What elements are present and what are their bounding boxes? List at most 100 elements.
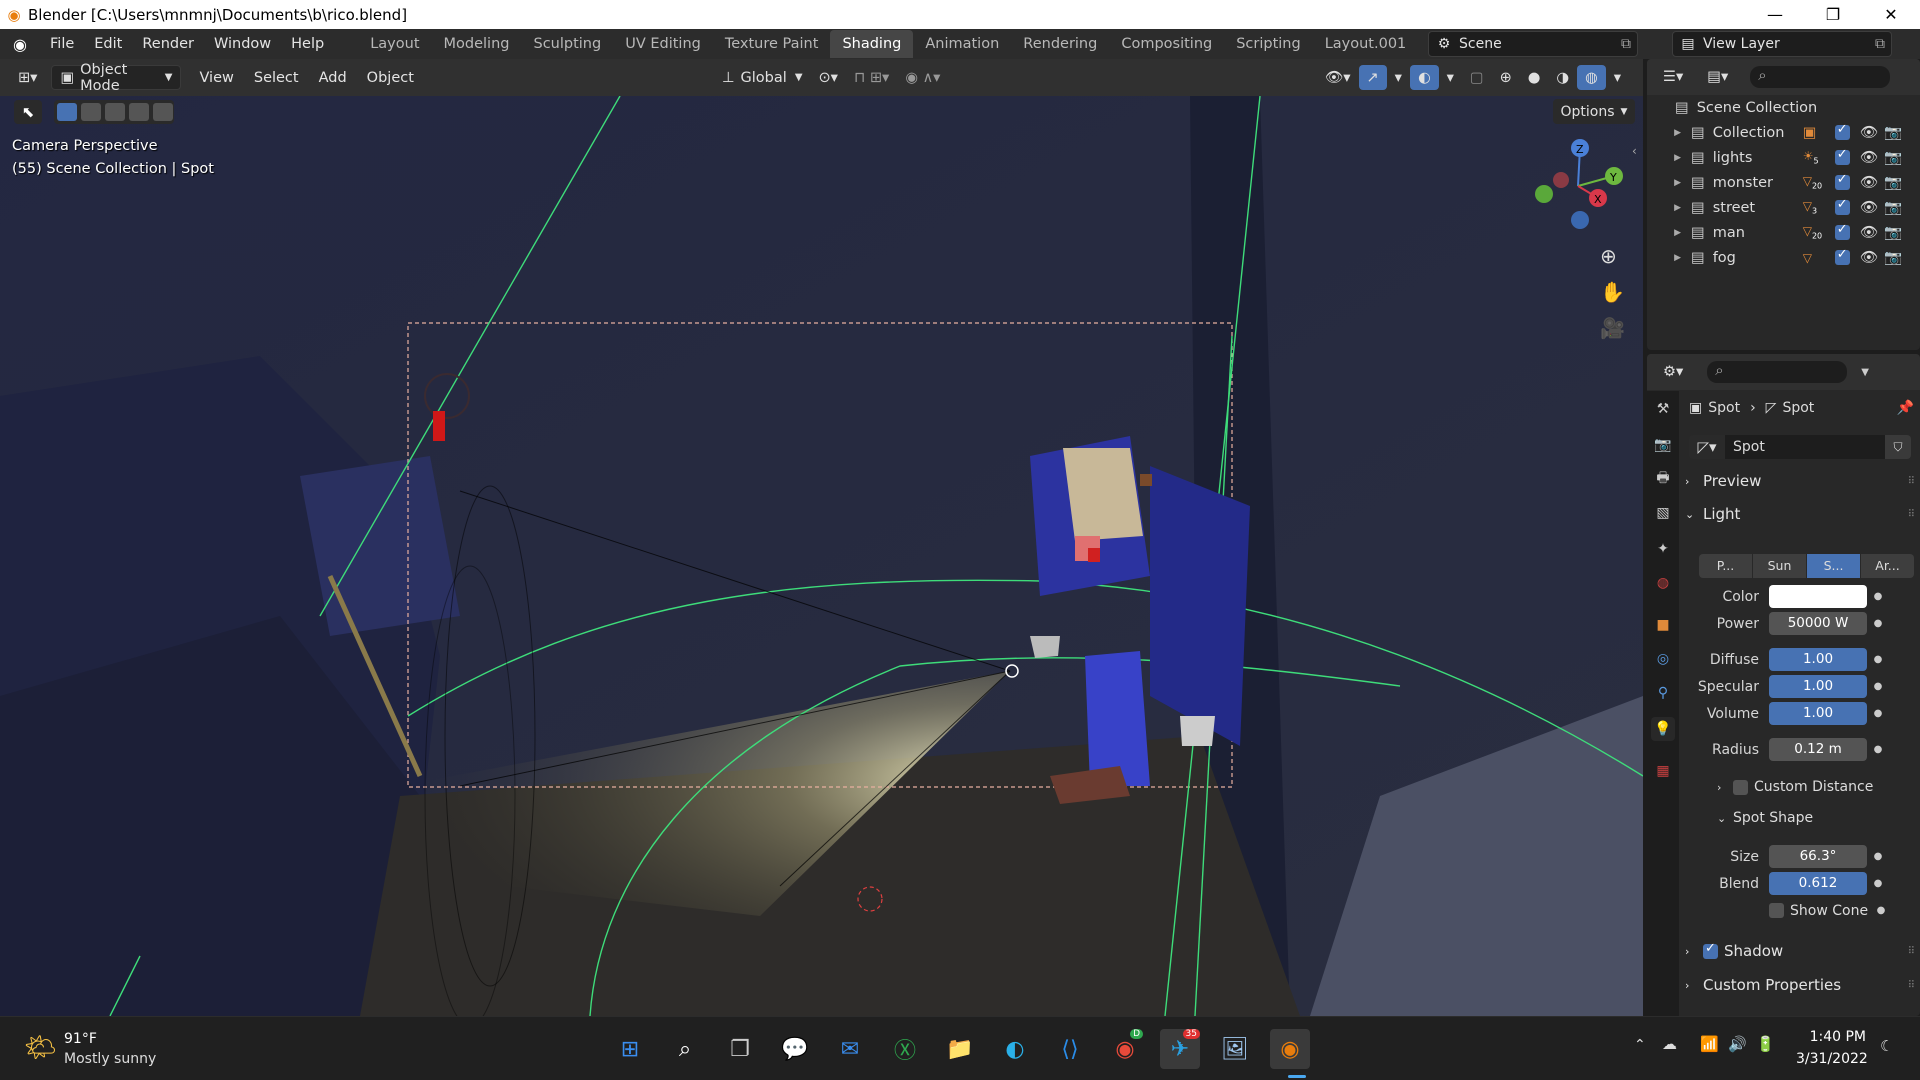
blender-menu-icon[interactable]: ◉ (0, 35, 40, 54)
light-type-area[interactable]: Ar... (1861, 554, 1914, 578)
blender-taskbar-icon[interactable]: ◉ (1270, 1029, 1310, 1069)
datablock-name[interactable]: Spot (1725, 435, 1885, 459)
rendered-shading-icon[interactable]: ◍ (1577, 65, 1606, 90)
expand-arrow-icon[interactable]: ▶ (1647, 128, 1681, 138)
light-datablock-icon[interactable]: ◸▾ (1689, 435, 1725, 459)
edge-browser-icon[interactable]: ◐ (995, 1029, 1035, 1069)
keyframe-dot-icon[interactable]: ● (1867, 878, 1889, 889)
tab-layout[interactable]: Layout (358, 30, 431, 58)
menu-edit[interactable]: Edit (84, 29, 132, 59)
expand-arrow-icon[interactable]: ▶ (1647, 253, 1681, 263)
panel-shadow[interactable]: › Shadow ⠿ (1685, 936, 1915, 966)
tab-uv-editing[interactable]: UV Editing (613, 30, 713, 58)
exclude-checkbox[interactable] (1834, 172, 1850, 190)
power-field[interactable]: 50000 W (1769, 612, 1867, 635)
file-explorer-icon[interactable]: 📁 (940, 1029, 980, 1069)
pan-hand-icon[interactable]: ✋ (1600, 280, 1625, 304)
wifi-icon[interactable]: 📶 (1700, 1035, 1719, 1053)
select-intersect-icon[interactable] (153, 103, 173, 121)
outliner-item-fog[interactable]: ▶ ▤ fog ▽ 👁 📷 (1647, 245, 1920, 270)
keyframe-dot-icon[interactable]: ● (1870, 905, 1892, 916)
drag-handle-icon[interactable]: ⠿ (1908, 946, 1915, 957)
maximize-button[interactable]: ❐ (1804, 0, 1862, 29)
eye-icon[interactable]: 👁 (1860, 224, 1878, 241)
light-data-tab-icon[interactable]: 💡 (1651, 717, 1675, 741)
notification-icon[interactable]: ☾ (1880, 1037, 1893, 1055)
blend-field[interactable]: 0.612 (1769, 872, 1867, 895)
eye-icon[interactable]: 👁 (1860, 199, 1878, 216)
eye-icon[interactable]: 👁 (1860, 249, 1878, 266)
outliner-item-man[interactable]: ▶ ▤ man ▽20 👁 📷 (1647, 220, 1920, 245)
render-tab-icon[interactable]: 📷 (1651, 433, 1675, 457)
volume-field[interactable]: 1.00 (1769, 702, 1867, 725)
xbox-icon[interactable]: Ⓧ (885, 1029, 925, 1069)
menu-render[interactable]: Render (132, 29, 204, 59)
datablock-selector[interactable]: ◸▾ Spot ⛉ (1689, 434, 1914, 460)
onedrive-icon[interactable]: ☁ (1662, 1035, 1677, 1053)
subpanel-spot-shape[interactable]: ⌄ Spot Shape (1717, 806, 1917, 830)
output-tab-icon[interactable]: 🖶 (1651, 467, 1675, 491)
search-icon[interactable]: ⌕ (665, 1029, 705, 1069)
tab-scripting[interactable]: Scripting (1224, 30, 1312, 58)
start-button-icon[interactable]: ⊞ (610, 1029, 650, 1069)
keyframe-dot-icon[interactable]: ● (1867, 591, 1889, 602)
photos-icon[interactable]: 🖼 (1215, 1029, 1255, 1069)
vscode-icon[interactable]: ⟨⟩ (1050, 1029, 1090, 1069)
wireframe-shading-icon[interactable]: ⊕ (1492, 65, 1520, 90)
tab-modeling[interactable]: Modeling (432, 30, 522, 58)
exclude-checkbox[interactable] (1834, 147, 1850, 165)
tab-rendering[interactable]: Rendering (1011, 30, 1109, 58)
tab-animation[interactable]: Animation (913, 30, 1011, 58)
tab-texture-paint[interactable]: Texture Paint (713, 30, 831, 58)
weather-temp[interactable]: 91°F (64, 1031, 97, 1047)
outliner-item-collection[interactable]: ▶ ▤ Collection ▣ 👁 📷 (1647, 120, 1920, 145)
drag-handle-icon[interactable]: ⠿ (1908, 509, 1915, 520)
mail-icon[interactable]: ✉ (830, 1029, 870, 1069)
outliner-item-monster[interactable]: ▶ ▤ monster ▽20 👁 📷 (1647, 170, 1920, 195)
diffuse-field[interactable]: 1.00 (1769, 648, 1867, 671)
exclude-checkbox[interactable] (1834, 247, 1850, 265)
minimize-button[interactable]: — (1746, 0, 1804, 29)
color-swatch[interactable] (1769, 585, 1867, 608)
radius-field[interactable]: 0.12 m (1769, 738, 1867, 761)
physics-tab-icon[interactable]: ◎ (1651, 647, 1675, 671)
solid-shading-icon[interactable]: ● (1520, 65, 1549, 90)
menu-object[interactable]: Object (357, 63, 424, 93)
eye-icon[interactable]: 👁 (1860, 149, 1878, 166)
world-tab-icon[interactable]: ◍ (1651, 571, 1675, 595)
pin-icon[interactable]: 📌 (1897, 400, 1914, 416)
exclude-checkbox[interactable] (1834, 197, 1850, 215)
keyframe-dot-icon[interactable]: ● (1867, 744, 1889, 755)
shadow-checkbox[interactable] (1703, 941, 1718, 959)
expand-arrow-icon[interactable]: ▶ (1647, 153, 1681, 163)
snap-icon[interactable]: ⊓ ⊞▾ (846, 65, 897, 90)
weather-sun-icon[interactable]: 🌤 (24, 1033, 57, 1063)
specular-field[interactable]: 1.00 (1769, 675, 1867, 698)
mode-selector[interactable]: ▣ Object Mode ▼ (51, 62, 182, 94)
keyframe-dot-icon[interactable]: ● (1867, 681, 1889, 692)
select-extend-icon[interactable] (81, 103, 101, 121)
light-type-point[interactable]: P... (1699, 554, 1752, 578)
new-scene-icon[interactable]: ⧉ (1621, 36, 1637, 52)
tab-layout-001[interactable]: Layout.001 (1313, 30, 1419, 58)
tab-compositing[interactable]: Compositing (1109, 30, 1224, 58)
chrome-icon[interactable]: ◉ D (1105, 1029, 1145, 1069)
light-type-sun[interactable]: Sun (1753, 554, 1806, 578)
gizmo-dropdown-icon[interactable]: ▾ (1387, 65, 1410, 90)
object-tab-icon[interactable]: ■ (1651, 613, 1675, 637)
close-button[interactable]: ✕ (1862, 0, 1920, 29)
pivot-point-icon[interactable]: ⊙▾ (811, 65, 846, 90)
editor-type-icon[interactable]: ⊞▾ (10, 65, 45, 90)
display-mode-icon[interactable]: ▤▾ (1699, 65, 1736, 90)
shading-dropdown-icon[interactable]: ▾ (1606, 65, 1629, 90)
tab-sculpting[interactable]: Sculpting (521, 30, 613, 58)
outliner-root[interactable]: ▤ Scene Collection (1647, 95, 1920, 120)
expand-arrow-icon[interactable]: ▶ (1647, 228, 1681, 238)
overlay-dropdown-icon[interactable]: ▾ (1439, 65, 1462, 90)
outliner-item-lights[interactable]: ▶ ▤ lights ☀5 👁 📷 (1647, 145, 1920, 170)
eye-icon[interactable]: 👁 (1860, 124, 1878, 141)
render-camera-icon[interactable]: 📷 (1884, 124, 1902, 141)
show-cone-checkbox[interactable] (1769, 903, 1784, 918)
menu-window[interactable]: Window (204, 29, 281, 59)
render-camera-icon[interactable]: 📷 (1884, 199, 1902, 216)
